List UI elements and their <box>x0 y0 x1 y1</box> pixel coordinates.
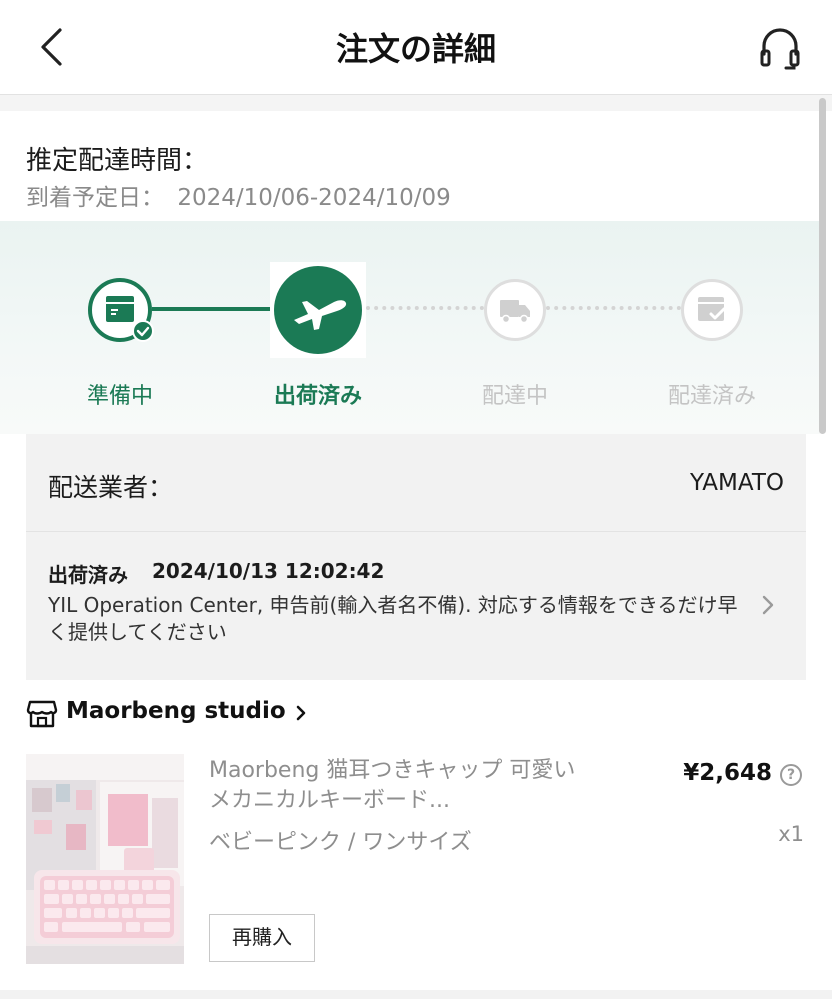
customer-support-button[interactable] <box>752 20 808 76</box>
chevron-right-icon <box>294 704 308 722</box>
step-label-delivered: 配達済み <box>667 384 756 409</box>
rebuy-button[interactable]: 再購入 <box>209 914 315 962</box>
headset-icon <box>760 28 800 70</box>
product-quantity: x1 <box>778 822 804 846</box>
airplane-icon <box>294 300 347 330</box>
carrier-label: 配送業者： <box>48 473 174 502</box>
step-label-preparing: 準備中 <box>86 384 153 409</box>
store-icon <box>26 699 58 729</box>
product-price: ¥2,648 <box>683 760 772 786</box>
page-title: 注文の詳細 <box>335 30 496 68</box>
check-badge-icon <box>132 320 154 342</box>
step-shipped-node <box>274 266 362 354</box>
tracking-event-timestamp: 2024/10/13 12:02:42 <box>152 559 385 583</box>
tracking-event-description: YIL Operation Center, 申告前(輸入者名不備). 対応する情… <box>48 593 738 644</box>
scrollbar[interactable] <box>819 98 826 434</box>
tracking-event-status: 出荷済み <box>48 563 128 587</box>
tracking-details-chevron[interactable] <box>758 594 778 616</box>
carrier-name: YAMATO <box>690 470 784 496</box>
arrival-date-label: 到着予定日： <box>26 185 164 211</box>
chevron-right-icon <box>762 595 774 615</box>
truck-icon <box>500 300 530 324</box>
section-gap <box>0 990 832 999</box>
store-name: Maorbeng studio <box>66 698 286 724</box>
delivery-estimate-title: 推定配達時間： <box>26 146 209 176</box>
section-gap <box>0 95 832 111</box>
step-preparing-node <box>88 278 154 342</box>
progress-connector-pending <box>546 306 681 310</box>
delivered-box-icon <box>698 297 726 321</box>
arrival-date-row: 到着予定日： 2024/10/06-2024/10/09 <box>26 178 451 212</box>
product-thumbnail[interactable] <box>26 754 184 964</box>
question-circle-icon[interactable]: ? <box>780 764 802 786</box>
product-title[interactable]: Maorbeng 猫耳つきキャップ 可愛い メカニカルキーボード... <box>209 756 597 816</box>
product-variant: ベビーピンク / ワンサイズ <box>209 830 472 855</box>
progress-connector-pending <box>366 306 484 310</box>
progress-connector-complete <box>152 307 276 311</box>
step-delivered-node <box>681 279 743 341</box>
step-label-delivering: 配達中 <box>481 384 548 409</box>
arrival-date-range: 2024/10/06-2024/10/09 <box>177 185 451 211</box>
step-delivering-node <box>484 279 546 341</box>
step-label-shipped: 出荷済み <box>273 384 362 409</box>
product-photo <box>26 754 184 964</box>
